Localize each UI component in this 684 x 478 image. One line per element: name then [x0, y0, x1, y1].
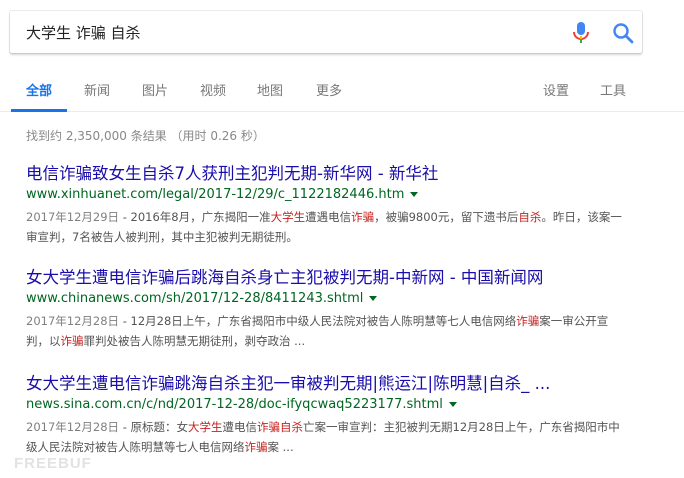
result-title[interactable]: 电信诈骗致女生自杀7人获刑主犯判无期-新华网 - 新华社 — [26, 163, 666, 184]
snippet-text: 遭电信 — [222, 420, 258, 434]
active-tab-indicator — [11, 109, 67, 112]
watermark-logo: FREEBUF — [14, 455, 92, 472]
tab-images[interactable]: 图片 — [142, 80, 168, 99]
snippet-text: - 原标题：女 — [119, 420, 189, 434]
result-url-line: www.chinanews.com/sh/2017/12-28/8411243.… — [26, 290, 666, 308]
snippet-text: 案 ... — [267, 440, 294, 454]
snippet-text: - 2016年8月，广东揭阳一准 — [119, 210, 271, 224]
result-stats: 找到约 2,350,000 条结果 （用时 0.26 秒） — [26, 129, 265, 143]
snippet-text: - 12月28日上午，广东省揭阳市中级人民法院对被告人陈明慧等七人电信网络 — [119, 314, 517, 328]
snippet-highlight: 大学生 — [188, 420, 223, 434]
result-title[interactable]: 女大学生遭电信诈骗后跳海自杀身亡主犯被判无期-中新网 - 中国新闻网 — [26, 267, 666, 288]
result-url: www.chinanews.com/sh/2017/12-28/8411243.… — [26, 291, 364, 306]
tools-link[interactable]: 工具 — [600, 80, 626, 99]
result-snippet: 2017年12月28日 - 12月28日上午，广东省揭阳市中级人民法院对被告人陈… — [26, 311, 626, 351]
snippet-highlight: 诈骗 — [257, 420, 281, 434]
result-title[interactable]: 女大学生遭电信诈骗跳海自杀主犯一审被判无期|熊运江|陈明慧|自杀_ ... — [26, 373, 666, 394]
settings-link[interactable]: 设置 — [543, 80, 569, 99]
url-dropdown-icon[interactable] — [410, 192, 419, 197]
result-url-line: www.xinhuanet.com/legal/2017-12/29/c_112… — [26, 186, 666, 204]
result-snippet: 2017年12月29日 - 2016年8月，广东揭阳一准大学生遭遇电信诈骗，被骗… — [26, 207, 626, 247]
snippet-text: 罪判处被告人陈明慧无期徒刑，剥夺政治 ... — [83, 334, 306, 348]
search-result: 女大学生遭电信诈骗跳海自杀主犯一审被判无期|熊运江|陈明慧|自杀_ ... ne… — [26, 373, 666, 457]
result-date: 2017年12月28日 — [26, 420, 120, 434]
snippet-text: ，被骗9800元，留下遗书后 — [374, 210, 519, 224]
snippet-highlight: 诈骗 — [244, 440, 268, 454]
snippet-text: 遭遇电信 — [305, 210, 352, 224]
search-icon[interactable] — [611, 21, 635, 45]
snippet-highlight: 诈骗 — [60, 334, 84, 348]
snippet-highlight: 诈骗 — [516, 314, 540, 328]
tab-maps[interactable]: 地图 — [257, 80, 283, 99]
microphone-icon[interactable] — [570, 21, 592, 45]
search-result: 女大学生遭电信诈骗后跳海自杀身亡主犯被判无期-中新网 - 中国新闻网 www.c… — [26, 267, 666, 351]
tab-videos[interactable]: 视频 — [200, 80, 226, 99]
result-url: news.sina.com.cn/c/nd/2017-12-28/doc-ify… — [26, 397, 443, 412]
result-url: www.xinhuanet.com/legal/2017-12/29/c_112… — [26, 187, 405, 202]
url-dropdown-icon[interactable] — [448, 402, 457, 407]
search-tabs: 全部 新闻 图片 视频 地图 更多 设置 工具 — [0, 64, 684, 112]
result-date: 2017年12月28日 — [26, 314, 120, 328]
snippet-highlight: 自杀 — [518, 210, 542, 224]
tab-all[interactable]: 全部 — [26, 80, 52, 99]
url-dropdown-icon[interactable] — [369, 296, 378, 301]
snippet-highlight: 自杀 — [280, 420, 304, 434]
search-input[interactable]: 大学生 诈骗 自杀 — [26, 22, 642, 43]
search-box[interactable]: 大学生 诈骗 自杀 — [10, 11, 642, 53]
search-result: 电信诈骗致女生自杀7人获刑主犯判无期-新华网 - 新华社 www.xinhuan… — [26, 163, 666, 247]
tab-more[interactable]: 更多 — [316, 80, 342, 99]
snippet-highlight: 大学生 — [270, 210, 306, 224]
tab-news[interactable]: 新闻 — [84, 80, 110, 99]
result-url-line: news.sina.com.cn/c/nd/2017-12-28/doc-ify… — [26, 396, 666, 414]
snippet-highlight: 诈骗 — [351, 210, 375, 224]
result-snippet: 2017年12月28日 - 原标题：女大学生遭电信诈骗自杀亡案一审宣判：主犯被判… — [26, 417, 626, 457]
result-date: 2017年12月29日 — [26, 210, 120, 224]
